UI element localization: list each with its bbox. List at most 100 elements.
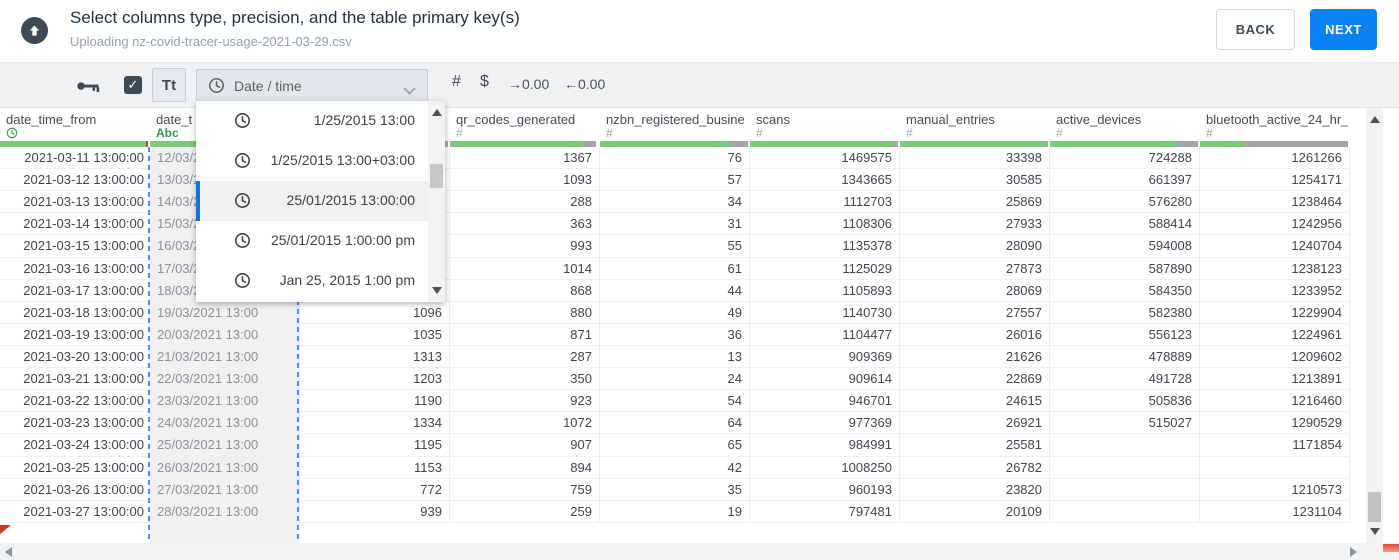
cell: 2021-03-19 13:00:00: [0, 323, 150, 345]
cell: 2021-03-15 13:00:00: [0, 235, 150, 257]
table-row: 2021-03-19 13:00:00 20/03/2021 13:00 1035 8…: [0, 323, 1350, 346]
cell: 27/03/2021 13:00: [150, 478, 300, 500]
cell: 868: [450, 279, 600, 301]
currency-type-button[interactable]: $: [480, 73, 489, 91]
clock-icon: [234, 112, 251, 129]
column-header-manual_entries[interactable]: manual_entries #: [900, 108, 1050, 147]
cell: 588414: [1050, 213, 1200, 235]
column-header-bluetooth_active_24_hr_[interactable]: bluetooth_active_24_hr_ #: [1200, 108, 1350, 147]
table-horizontal-scrollbar[interactable]: [0, 543, 1399, 560]
cell: 288: [450, 191, 600, 213]
scroll-right-arrow-icon[interactable]: [1350, 547, 1357, 557]
cell: 28069: [900, 279, 1050, 301]
vertical-scrollbar-thumb[interactable]: [1368, 492, 1381, 522]
cell: 27933: [900, 213, 1050, 235]
dropdown-scrollbar-thumb[interactable]: [430, 164, 443, 188]
cell: [1050, 500, 1200, 522]
cell: 1140730: [750, 301, 900, 323]
cell: 1216460: [1200, 390, 1350, 412]
dropdown-scrollbar[interactable]: [428, 101, 445, 302]
selected-column-extension: [150, 523, 299, 543]
cell: 1242956: [1200, 213, 1350, 235]
scroll-left-arrow-icon[interactable]: [5, 547, 12, 557]
column-type-select[interactable]: Date / time: [196, 69, 428, 102]
format-option[interactable]: 25/01/2015 13:00:00: [196, 181, 428, 221]
cell: 36: [600, 323, 750, 345]
cell: 61: [600, 257, 750, 279]
cell: 1125029: [750, 257, 900, 279]
primary-key-icon[interactable]: [76, 79, 101, 93]
format-option-label: Jan 25, 2015 1:00 pm: [279, 272, 415, 288]
chevron-down-icon: [403, 82, 416, 100]
column-header-date_time_from[interactable]: date_time_from: [0, 108, 150, 147]
format-option[interactable]: 1/25/2015 13:00: [196, 101, 428, 141]
cell: 1261266: [1200, 147, 1350, 169]
table-row: 2021-03-18 13:00:00 19/03/2021 13:00 1096 8…: [0, 301, 1350, 324]
cell: 491728: [1050, 368, 1200, 390]
number-type-label: #: [1206, 126, 1213, 140]
table-row: 2021-03-25 13:00:00 26/03/2021 13:00 1153 8…: [0, 456, 1350, 479]
decrease-decimal-button[interactable]: ←0.00: [564, 76, 605, 92]
format-option[interactable]: Jan 25, 2015 1:00 pm: [196, 261, 428, 301]
column-header-nzbn_registered_busine[interactable]: nzbn_registered_busine #: [600, 108, 750, 147]
cell: 64: [600, 412, 750, 434]
cell: 287: [450, 345, 600, 368]
cell: 960193: [750, 478, 900, 500]
table-vertical-scrollbar[interactable]: [1366, 108, 1383, 543]
increase-decimal-button[interactable]: →0.00: [508, 76, 549, 92]
cell: 22/03/2021 13:00: [150, 368, 300, 390]
cell: 923: [450, 390, 600, 412]
cell: 1213891: [1200, 368, 1350, 390]
column-name: bluetooth_active_24_hr_: [1206, 112, 1348, 127]
corner-overflow-marker: [1383, 544, 1399, 552]
format-option[interactable]: 25/01/2015 1:00:00 pm: [196, 221, 428, 261]
cell: 1224961: [1200, 323, 1350, 345]
cell: 880: [450, 301, 600, 323]
cell: 26/03/2021 13:00: [150, 456, 300, 478]
scroll-down-arrow-icon[interactable]: [1370, 528, 1380, 535]
text-type-label: Abc: [156, 126, 179, 140]
table-row: 2021-03-27 13:00:00 28/03/2021 13:00 939 25…: [0, 500, 1350, 523]
cell: 21/03/2021 13:00: [150, 345, 300, 368]
cell: 2021-03-21 13:00:00: [0, 368, 150, 390]
cell: 21626: [900, 345, 1050, 368]
column-header-qr_codes_generated[interactable]: qr_codes_generated #: [450, 108, 600, 147]
text-type-button[interactable]: Tt: [152, 68, 186, 102]
column-name: date_t: [156, 112, 193, 127]
column-name: manual_entries: [906, 112, 995, 127]
cell: 1171854: [1200, 434, 1350, 456]
scroll-down-arrow-icon[interactable]: [432, 287, 442, 294]
table-row: 2021-03-24 13:00:00 25/03/2021 13:00 1195 9…: [0, 434, 1350, 457]
cell: 2021-03-17 13:00:00: [0, 279, 150, 301]
cell: 24: [600, 368, 750, 390]
cell: 907: [450, 434, 600, 456]
cell: [1200, 456, 1350, 478]
cell: 772: [300, 478, 450, 500]
number-type-button[interactable]: #: [452, 73, 461, 91]
back-button[interactable]: BACK: [1216, 9, 1295, 50]
include-column-checkbox[interactable]: ✓: [124, 76, 142, 94]
cell: 594008: [1050, 235, 1200, 257]
cell: 20/03/2021 13:00: [150, 323, 300, 345]
format-option[interactable]: 1/25/2015 13:00+03:00: [196, 141, 428, 181]
cell: 26921: [900, 412, 1050, 434]
date-format-dropdown-menu: 1/25/2015 13:00 1/25/2015 13:00+03:00 25/0…: [196, 101, 445, 302]
cell: 2021-03-26 13:00:00: [0, 478, 150, 500]
column-header-scans[interactable]: scans #: [750, 108, 900, 147]
scroll-up-arrow-icon[interactable]: [1370, 116, 1380, 123]
cell: 2021-03-16 13:00:00: [0, 257, 150, 279]
format-option-label: 1/25/2015 13:00+03:00: [270, 152, 415, 168]
column-header-active_devices[interactable]: active_devices #: [1050, 108, 1200, 147]
cell: 1096: [300, 301, 450, 323]
table-row: 2021-03-23 13:00:00 24/03/2021 13:00 1334 1…: [0, 412, 1350, 435]
cell: 22869: [900, 368, 1050, 390]
next-button[interactable]: NEXT: [1310, 9, 1377, 50]
cell: 259: [450, 500, 600, 522]
cell: 23820: [900, 478, 1050, 500]
cell: 909369: [750, 345, 900, 368]
cell: 977369: [750, 412, 900, 434]
scroll-up-arrow-icon[interactable]: [432, 109, 442, 116]
wizard-header: Select columns type, precision, and the …: [0, 0, 1399, 62]
cell: 582380: [1050, 301, 1200, 323]
table-row: 2021-03-22 13:00:00 23/03/2021 13:00 1190 9…: [0, 390, 1350, 413]
